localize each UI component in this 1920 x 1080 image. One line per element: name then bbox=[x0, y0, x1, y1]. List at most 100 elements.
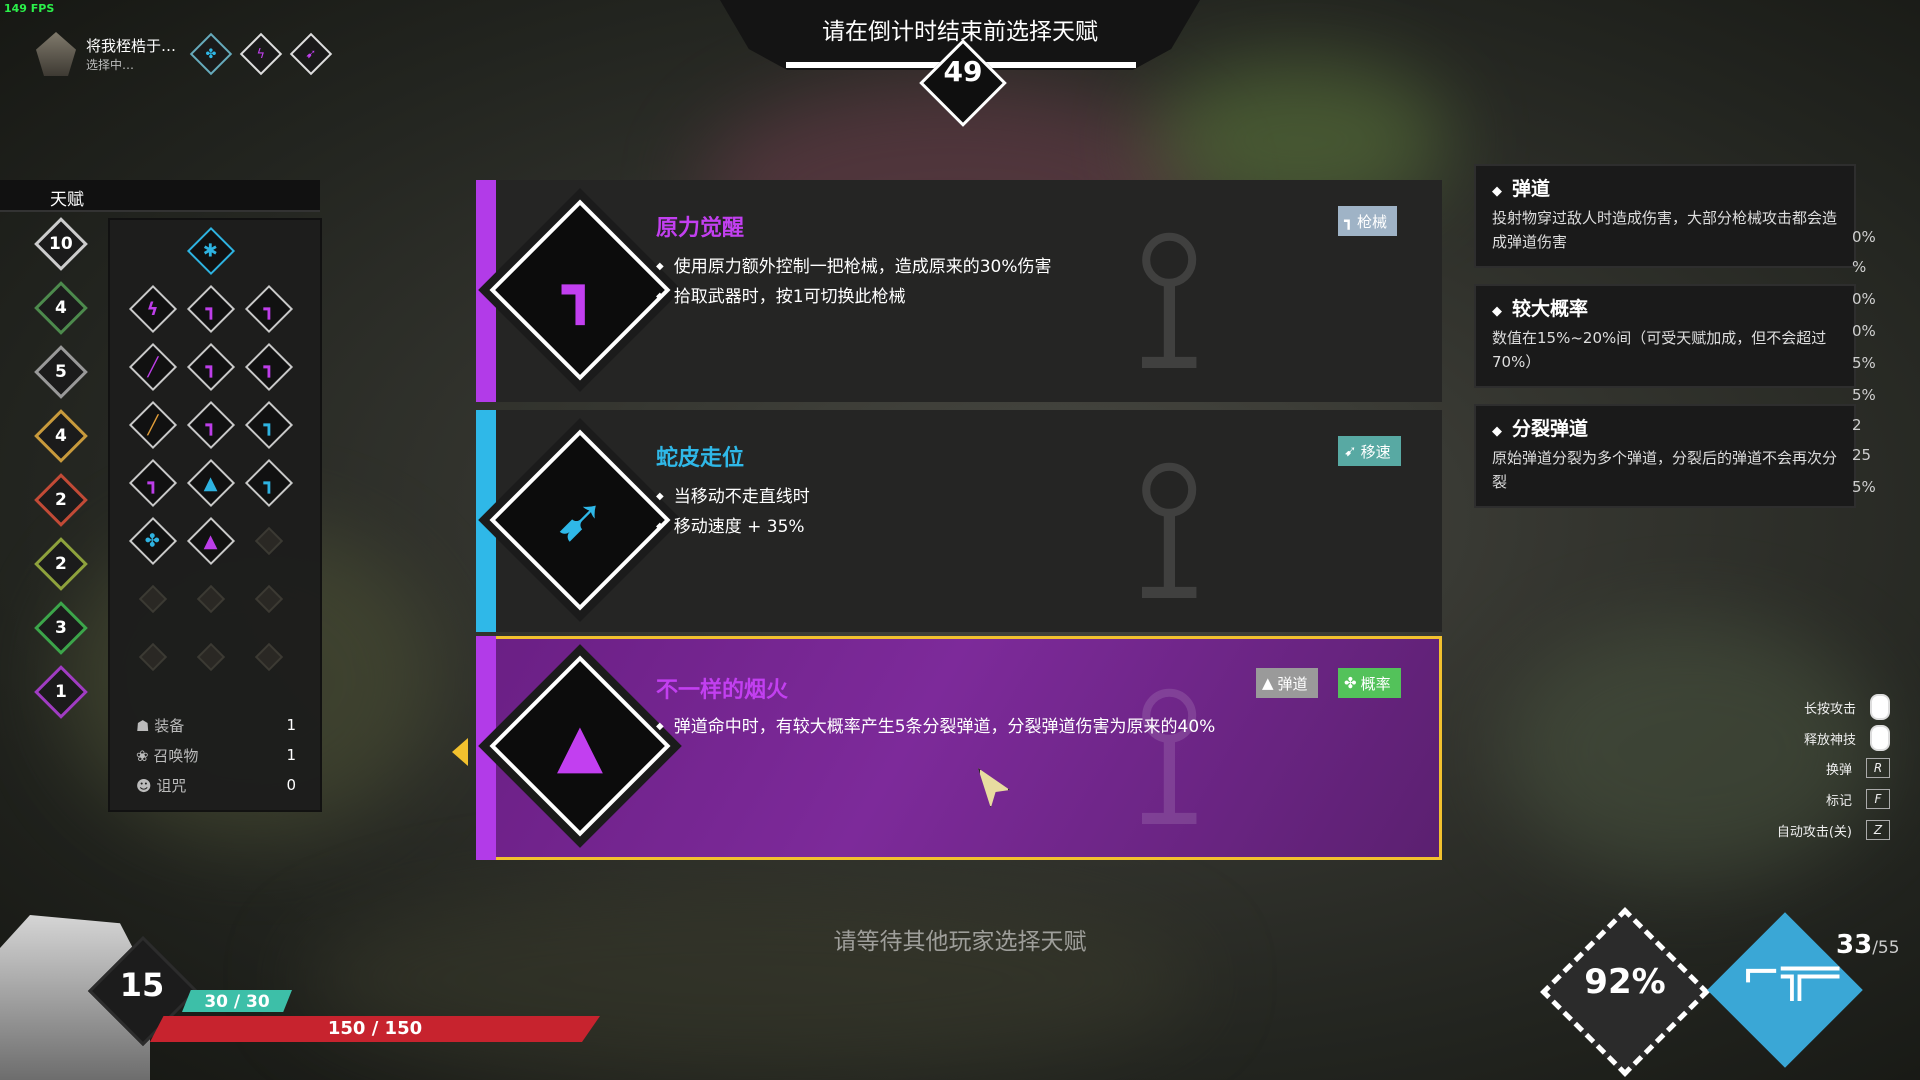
shield-value: 30 / 30 bbox=[204, 992, 270, 1012]
talent-tab[interactable]: 天赋 bbox=[0, 180, 320, 212]
talent-level-column: 10 4 5 4 2 2 3 1 bbox=[34, 217, 88, 737]
talent-card-1[interactable]: ⟟ ┓ 原力觉醒 使用原力额外控制一把枪械，造成原来的30%伤害 拾取武器时，按… bbox=[476, 180, 1442, 402]
key-r: R bbox=[1866, 758, 1890, 778]
ammo-current: 33 bbox=[1836, 930, 1873, 960]
demon-icon: ☻ bbox=[136, 776, 157, 795]
talent-slot[interactable]: ┓ bbox=[244, 342, 294, 392]
empty-talent-slot bbox=[196, 642, 226, 672]
talent-card-3-selected[interactable]: ⟟ ▲ 不一样的烟火 弹道命中时，有较大概率产生5条分裂弹道，分裂弹道伤害为原来… bbox=[476, 636, 1442, 860]
clover-icon: ✤ bbox=[1344, 674, 1357, 692]
hint-hold-attack: 长按攻击 bbox=[1804, 694, 1890, 720]
hero-level: 15 bbox=[119, 966, 165, 1004]
key-f: F bbox=[1866, 789, 1890, 809]
hint-auto-attack: 自动攻击(关) Z bbox=[1777, 820, 1890, 840]
talent-slot[interactable]: ┓ bbox=[244, 458, 294, 508]
paw-icon: ❀ bbox=[136, 746, 154, 765]
gun-icon: ┓ bbox=[263, 356, 275, 378]
gun-icon: ┓ bbox=[147, 472, 159, 494]
tooltip-projectile: 弹道 投射物穿过敌人时造成伤害，大部分枪械攻击都会造成弹道伤害 bbox=[1474, 164, 1856, 268]
countdown-number: 49 bbox=[943, 55, 983, 88]
empty-talent-slot bbox=[254, 642, 284, 672]
edge-value: 25 bbox=[1852, 446, 1872, 464]
clover-icon: ✤ bbox=[205, 46, 217, 62]
card-description: 使用原力额外控制一把枪械，造成原来的30%伤害 拾取武器时，按1可切换此枪械 bbox=[656, 252, 1052, 312]
talent-slot[interactable]: ╱ bbox=[128, 400, 178, 450]
boot-icon: ➹ bbox=[554, 485, 606, 555]
card-title: 蛇皮走位 bbox=[656, 446, 745, 471]
level-badge: 4 bbox=[34, 409, 88, 463]
empty-talent-slot bbox=[196, 584, 226, 614]
talent-slot[interactable]: ┓ bbox=[186, 342, 236, 392]
gun-icon: ┓ bbox=[205, 414, 217, 436]
tag-chance: ✤ 概率 bbox=[1338, 668, 1401, 698]
edge-value: 5% bbox=[1852, 478, 1876, 496]
spider-icon: ✱ bbox=[203, 240, 219, 262]
helmet-icon: ☗ bbox=[136, 716, 155, 735]
tooltip-high-chance: 较大概率 数值在15%~20%间（可受天赋加成，但不会超过70%） bbox=[1474, 284, 1856, 388]
talent-slot[interactable]: ✤ bbox=[128, 516, 178, 566]
boot-icon: ➹ bbox=[1344, 442, 1357, 460]
card-title: 原力觉醒 bbox=[656, 216, 745, 241]
empty-talent-slot bbox=[138, 584, 168, 614]
talent-card-2[interactable]: ⟟ ➹ 蛇皮走位 当移动不走直线时 移动速度 + 35% ➹移速 bbox=[476, 410, 1442, 632]
talent-slot[interactable]: ┓ bbox=[244, 284, 294, 334]
stat-row-summon: ❀ 召唤物 1 bbox=[136, 746, 296, 765]
talent-slot[interactable]: ▲ bbox=[186, 516, 236, 566]
lightning-icon: ϟ bbox=[147, 298, 159, 320]
card-description: 当移动不走直线时 移动速度 + 35% bbox=[656, 482, 810, 542]
skill-charge-value: 92% bbox=[1584, 962, 1666, 1002]
tooltip-split-projectile: 分裂弹道 原始弹道分裂为多个弹道，分裂后的弹道不会再次分裂 bbox=[1474, 404, 1856, 508]
player-status: 选择中… bbox=[86, 58, 135, 72]
talent-slot[interactable]: ┓ bbox=[128, 458, 178, 508]
talent-slot[interactable]: ✱ bbox=[186, 226, 236, 276]
ammo-counter: 33/55 bbox=[1836, 930, 1900, 960]
talent-slot[interactable]: ┓ bbox=[186, 284, 236, 334]
level-badge: 10 bbox=[34, 217, 88, 271]
tag-speed: ➹ 移速 bbox=[1338, 436, 1401, 466]
talent-slot[interactable]: ╱ bbox=[128, 342, 178, 392]
stat-row-curse: ☻ 诅咒 0 bbox=[136, 776, 296, 795]
player-name: 将我桎梏于… bbox=[86, 37, 177, 55]
lightning-icon: ϟ bbox=[256, 46, 266, 62]
key-z: Z bbox=[1866, 820, 1890, 840]
gun-icon: ┓ bbox=[205, 356, 217, 378]
ammo-total: /55 bbox=[1872, 938, 1900, 958]
bullet-icon: ▲ bbox=[556, 711, 604, 781]
talent-stats: ☗ 装备 1 ❀ 召唤物 1 ☻ 诅咒 0 bbox=[136, 710, 296, 800]
talent-slot[interactable]: ▲ bbox=[186, 458, 236, 508]
level-badge: 2 bbox=[34, 473, 88, 527]
level-badge: 3 bbox=[34, 601, 88, 655]
selection-arrow bbox=[452, 738, 468, 766]
selected-talent-lightning: ϟ bbox=[239, 32, 283, 76]
bullet-icon: ▲ bbox=[204, 472, 218, 494]
empty-talent-slot bbox=[254, 584, 284, 614]
gun-icon: ┓ bbox=[205, 298, 217, 320]
card-emblem: ┓ bbox=[489, 199, 671, 381]
player-strip: 将我桎梏于… 选择中… ✤ ϟ ➹ bbox=[36, 32, 333, 76]
level-badge: 4 bbox=[34, 281, 88, 335]
level-badge: 1 bbox=[34, 665, 88, 719]
hp-value: 150 / 150 bbox=[327, 1018, 423, 1039]
edge-value: 2 bbox=[1852, 416, 1862, 434]
talent-slot[interactable]: ┓ bbox=[244, 400, 294, 450]
fps-counter: 149 FPS bbox=[4, 2, 55, 15]
bullet-icon: ▲ bbox=[204, 530, 218, 552]
level-badge: 5 bbox=[34, 345, 88, 399]
empty-talent-slot bbox=[138, 642, 168, 672]
gun-icon: ┓ bbox=[561, 255, 599, 325]
edge-value: 0% bbox=[1852, 322, 1876, 340]
talent-tab-label: 天赋 bbox=[50, 190, 84, 210]
card-description: 弹道命中时，有较大概率产生5条分裂弹道，分裂弹道伤害为原来的40% bbox=[656, 712, 1216, 742]
talent-slot[interactable]: ┓ bbox=[186, 400, 236, 450]
card-emblem: ▲ bbox=[489, 655, 671, 837]
gun-icon: ┓ bbox=[1344, 212, 1354, 230]
card-emblem: ➹ bbox=[489, 429, 671, 611]
tag-projectile: ▲ 弹道 bbox=[1256, 668, 1318, 698]
selected-talent-clover: ✤ bbox=[189, 32, 233, 76]
hint-reload: 换弹 R bbox=[1826, 758, 1890, 778]
talent-slot[interactable]: ϟ bbox=[128, 284, 178, 334]
edge-value: 5% bbox=[1852, 386, 1876, 404]
gun-icon: ┓ bbox=[263, 472, 275, 494]
knife-icon: ╱ bbox=[147, 414, 159, 436]
hint-mark: 标记 F bbox=[1826, 789, 1890, 809]
